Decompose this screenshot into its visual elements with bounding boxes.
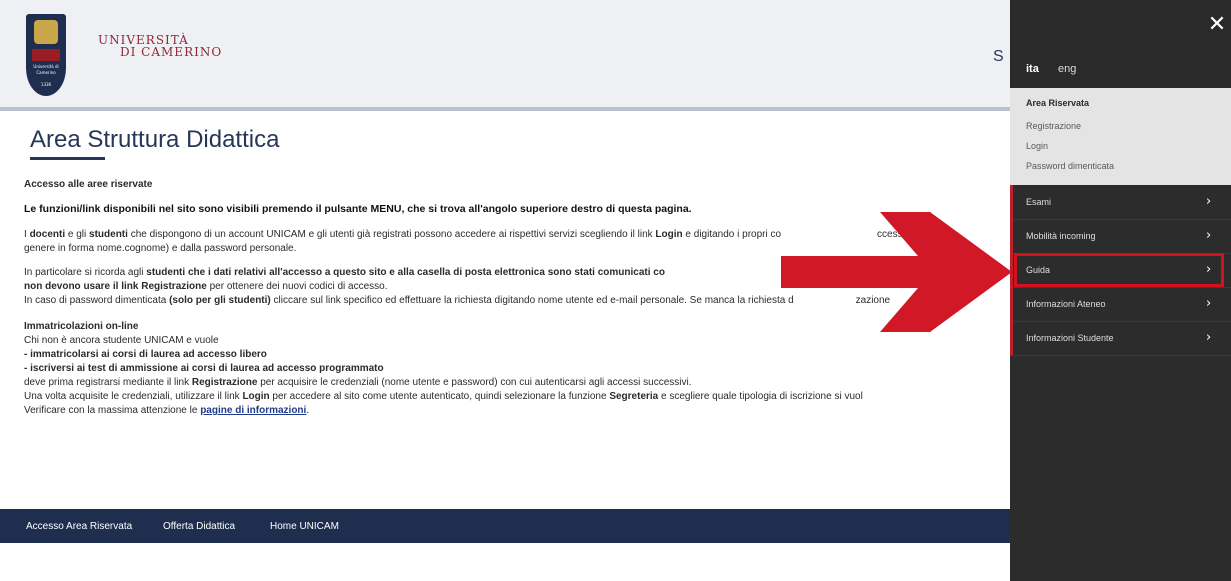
- logo-shield-text: Università di Camerino: [33, 64, 59, 75]
- text-span: In particolare si ricorda agli: [24, 267, 147, 278]
- sidebar-item-label: Esami: [1026, 197, 1052, 207]
- heading-access: Accesso alle aree riservate: [24, 179, 153, 190]
- immat-line5: Una volta acquisite le credenziali, util…: [24, 390, 863, 404]
- link-login[interactable]: Login: [1026, 141, 1048, 151]
- sidebar-menu: ✕ ita eng Area Riservata Registrazione L…: [1010, 0, 1231, 581]
- logo-wordmark[interactable]: UNIVERSITÀ DI CAMERINO: [98, 34, 222, 58]
- footer-link-offerta-didattica[interactable]: Offerta Didattica: [163, 521, 235, 532]
- paragraph-login-line1: I docenti e gli studenti che dispongono …: [24, 228, 929, 242]
- chevron-right-icon: ›: [1206, 228, 1212, 243]
- sidebar-top: ✕ ita eng: [1010, 0, 1231, 88]
- text-span: per acquisire le credenziali (nome utent…: [257, 377, 692, 388]
- text-span: ccesso, cos: [877, 229, 930, 240]
- text-studenti: studenti: [89, 229, 128, 240]
- immat-line6: Verificare con la massima attenzione le …: [24, 404, 309, 418]
- site-header: Università di Camerino 1336 UNIVERSITÀ D…: [0, 0, 1010, 108]
- link-password-dimenticata[interactable]: Password dimenticata: [1026, 161, 1114, 171]
- text-span: In caso di password dimenticata: [24, 295, 170, 306]
- text-only-students: (solo per gli studenti): [169, 295, 271, 306]
- text-span: di: [874, 267, 884, 278]
- text-span: per accedere al sito come utente autenti…: [269, 391, 610, 402]
- header-partial-text: S: [993, 48, 1004, 65]
- page: Università di Camerino 1336 UNIVERSITÀ D…: [0, 0, 1231, 581]
- immat-line1: Chi non è ancora studente UNICAM e vuole: [24, 335, 219, 346]
- paragraph-students-line3: In caso di password dimenticata (solo pe…: [24, 294, 890, 308]
- chevron-right-icon: ›: [1206, 296, 1212, 311]
- paragraph-students-line1: In particolare si ricorda agli studenti …: [24, 266, 884, 280]
- link-registrazione[interactable]: Registrazione: [1026, 121, 1081, 131]
- site-footer: Accesso Area Riservata Offerta Didattica…: [0, 509, 1010, 543]
- text-span: zazione: [855, 295, 891, 306]
- text-span: Verificare con la massima attenzione le: [24, 405, 201, 416]
- text-login: Login: [242, 391, 270, 402]
- header-divider: [0, 107, 1010, 111]
- sidebar-item-mobilita[interactable]: Mobilità incoming ›: [1010, 220, 1231, 254]
- page-title: Area Struttura Didattica: [30, 126, 280, 153]
- text-docenti: docenti: [29, 229, 66, 240]
- sidebar-item-label: Informazioni Studente: [1026, 333, 1114, 343]
- logo-wordmark-line2: DI CAMERINO: [120, 45, 223, 59]
- immat-line3: - iscriversi ai test di ammissione ai co…: [24, 363, 384, 374]
- footer-link-area-riservata[interactable]: Accesso Area Riservata: [26, 521, 132, 532]
- text-registrazione: Registrazione: [191, 377, 258, 388]
- unicam-logo-shield[interactable]: Università di Camerino 1336: [26, 14, 66, 96]
- text-span: .: [306, 405, 310, 416]
- heading-immatricolazioni: Immatricolazioni on-line: [24, 321, 139, 332]
- sidebar-item-esami[interactable]: Esami ›: [1010, 186, 1231, 220]
- sidebar-item-label: Mobilità incoming: [1026, 231, 1096, 241]
- intro-instructions: Le funzioni/link disponibili nel sito so…: [24, 203, 692, 215]
- text-span: e scegliere quale tipologia di iscrizion…: [658, 391, 863, 402]
- logo-year: 1336: [40, 82, 52, 87]
- text-span: che dispongono di un account UNICAM e gl…: [127, 229, 656, 240]
- text-span: cliccare sul link specifico ed effettuar…: [270, 295, 794, 306]
- text-students-notice: studenti che i dati relativi all'accesso…: [146, 267, 665, 278]
- chevron-right-icon: ›: [1206, 194, 1212, 209]
- text-no-registration: non devono usare il link Registrazione: [24, 281, 207, 292]
- immat-line4: deve prima registrarsi mediante il link …: [24, 376, 692, 390]
- text-span: per ottenere dei nuovi codici di accesso…: [206, 281, 388, 292]
- paragraph-login-line2: genere in forma nome.cognome) e dalla pa…: [24, 243, 297, 254]
- guida-highlight-box: [1014, 253, 1224, 287]
- lang-ita[interactable]: ita: [1026, 63, 1039, 75]
- footer-link-home-unicam[interactable]: Home UNICAM: [270, 521, 339, 532]
- info-pages-link[interactable]: pagine di informazioni: [200, 405, 306, 416]
- text-segreteria: Segreteria: [609, 391, 659, 402]
- sidebar-accent-bar: [1010, 185, 1013, 355]
- close-icon[interactable]: ✕: [1206, 14, 1228, 36]
- title-underline: [30, 157, 105, 160]
- sidebar-item-label: Informazioni Ateneo: [1026, 299, 1106, 309]
- reserved-area-panel: Area Riservata Registrazione Login Passw…: [1010, 88, 1231, 185]
- crest-icon: [34, 20, 58, 44]
- logo-band: [32, 49, 60, 61]
- text-span: e gli: [65, 229, 90, 240]
- sidebar-item-informazioni-ateneo[interactable]: Informazioni Ateneo ›: [1010, 288, 1231, 322]
- immat-line2: - immatricolarsi ai corsi di laurea ad a…: [24, 349, 267, 360]
- paragraph-students-line2: non devono usare il link Registrazione p…: [24, 280, 387, 294]
- text-login: Login: [655, 229, 683, 240]
- chevron-right-icon: ›: [1206, 330, 1212, 345]
- lang-eng[interactable]: eng: [1058, 63, 1076, 75]
- sidebar-item-informazioni-studente[interactable]: Informazioni Studente ›: [1010, 322, 1231, 356]
- reserved-area-title: Area Riservata: [1026, 98, 1090, 108]
- text-span: deve prima registrarsi mediante il link: [24, 377, 192, 388]
- text-span: Una volta acquisite le credenziali, util…: [24, 391, 243, 402]
- text-span: e digitando i propri co: [682, 229, 782, 240]
